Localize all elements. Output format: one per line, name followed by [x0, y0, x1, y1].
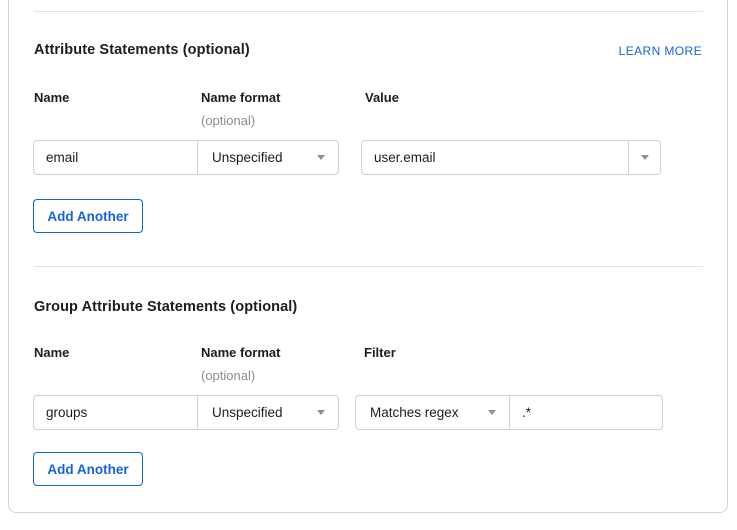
chevron-down-icon	[317, 410, 325, 415]
attribute-value-group	[361, 140, 661, 175]
name-format-optional-note: (optional)	[201, 368, 255, 383]
attribute-name-input[interactable]	[34, 141, 197, 174]
group-attribute-name-input[interactable]	[34, 396, 197, 429]
name-format-optional-note: (optional)	[201, 113, 255, 128]
column-header-name: Name	[34, 90, 69, 105]
learn-more-link[interactable]: LEARN MORE	[619, 44, 702, 58]
chevron-down-icon	[317, 155, 325, 160]
filter-type-selected-value: Matches regex	[370, 405, 459, 420]
group-filter-group: Matches regex	[355, 395, 663, 430]
value-dropdown-toggle[interactable]	[628, 141, 660, 174]
chevron-down-icon	[488, 410, 496, 415]
column-header-value: Value	[365, 90, 399, 105]
add-another-button[interactable]: Add Another	[33, 452, 143, 486]
chevron-down-icon	[641, 155, 649, 160]
filter-type-select[interactable]: Matches regex	[356, 396, 509, 429]
column-header-name-format: Name format	[201, 90, 280, 105]
attribute-statements-title: Attribute Statements (optional)	[34, 42, 250, 58]
attribute-row-name-format-group: Unspecified	[33, 140, 339, 175]
group-attribute-row-name-format-group: Unspecified	[33, 395, 339, 430]
divider	[34, 11, 703, 12]
attribute-value-input[interactable]	[362, 141, 628, 174]
name-format-select[interactable]: Unspecified	[197, 141, 338, 174]
saml-settings-card: Attribute Statements (optional) LEARN MO…	[8, 0, 728, 513]
add-another-button[interactable]: Add Another	[33, 199, 143, 233]
group-attribute-statements-title: Group Attribute Statements (optional)	[34, 299, 297, 315]
column-header-name: Name	[34, 345, 69, 360]
divider	[34, 266, 703, 267]
name-format-selected-value: Unspecified	[212, 405, 283, 420]
column-header-name-format: Name format	[201, 345, 280, 360]
group-name-format-select[interactable]: Unspecified	[197, 396, 338, 429]
column-header-filter: Filter	[364, 345, 396, 360]
name-format-selected-value: Unspecified	[212, 150, 283, 165]
filter-value-input[interactable]	[509, 396, 662, 429]
